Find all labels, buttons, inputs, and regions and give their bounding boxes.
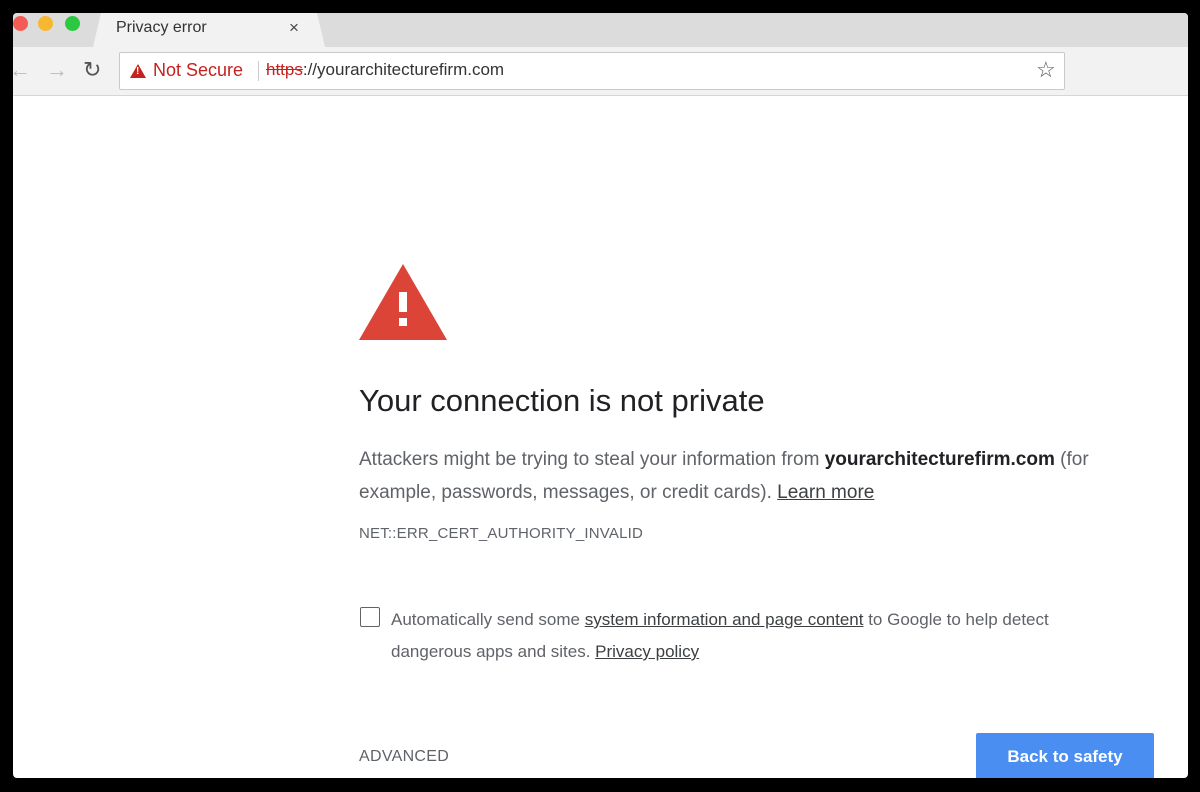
tab-title: Privacy error [116,19,207,36]
learn-more-link[interactable]: Learn more [777,482,874,503]
url-host: ://yourarchitecturefirm.com [302,60,505,79]
zoom-window-button[interactable] [65,16,80,31]
optin-text: Automatically send some system informati… [391,604,1131,668]
site-domain: yourarchitecturefirm.com [824,449,1055,470]
desc-prefix: Attackers might be trying to steal your … [359,449,825,470]
minimize-window-button[interactable] [38,16,53,31]
back-button[interactable]: ← [13,59,31,81]
tab-strip: Privacy error × [13,13,1188,47]
url-text[interactable]: https://yourarchitecturefirm.com [266,60,504,80]
optin-prefix: Automatically send some [391,610,585,629]
warning-icon[interactable] [130,64,146,78]
privacy-policy-link[interactable]: Privacy policy [595,642,699,661]
interstitial-page: Your connection is not private Attackers… [13,96,1188,778]
advanced-button[interactable]: ADVANCED [359,748,449,766]
page-title: Your connection is not private [359,383,765,418]
browser-window: Privacy error × ← → ↻ Not Secure https:/… [13,13,1188,778]
forward-button[interactable]: → [46,59,68,81]
error-code: NET::ERR_CERT_AUTHORITY_INVALID [359,525,644,542]
tab-close-icon[interactable]: × [289,18,299,38]
send-info-checkbox[interactable] [360,607,380,627]
address-separator [258,61,259,81]
back-to-safety-button[interactable]: Back to safety [976,733,1154,778]
address-bar[interactable]: Not Secure https://yourarchitecturefirm.… [119,52,1065,90]
security-indicator[interactable]: Not Secure [153,60,243,81]
reload-button[interactable]: ↻ [83,59,101,81]
warning-description: Attackers might be trying to steal your … [359,443,1129,509]
warning-triangle-icon [359,264,447,340]
toolbar: ← → ↻ Not Secure https://yourarchitectur… [13,47,1188,96]
tab-privacy-error[interactable]: Privacy error × [93,13,325,47]
close-window-button[interactable] [13,16,28,31]
bookmark-star-icon[interactable]: ☆ [1036,57,1056,83]
url-scheme: https [266,60,303,79]
system-info-link[interactable]: system information and page content [585,610,864,629]
